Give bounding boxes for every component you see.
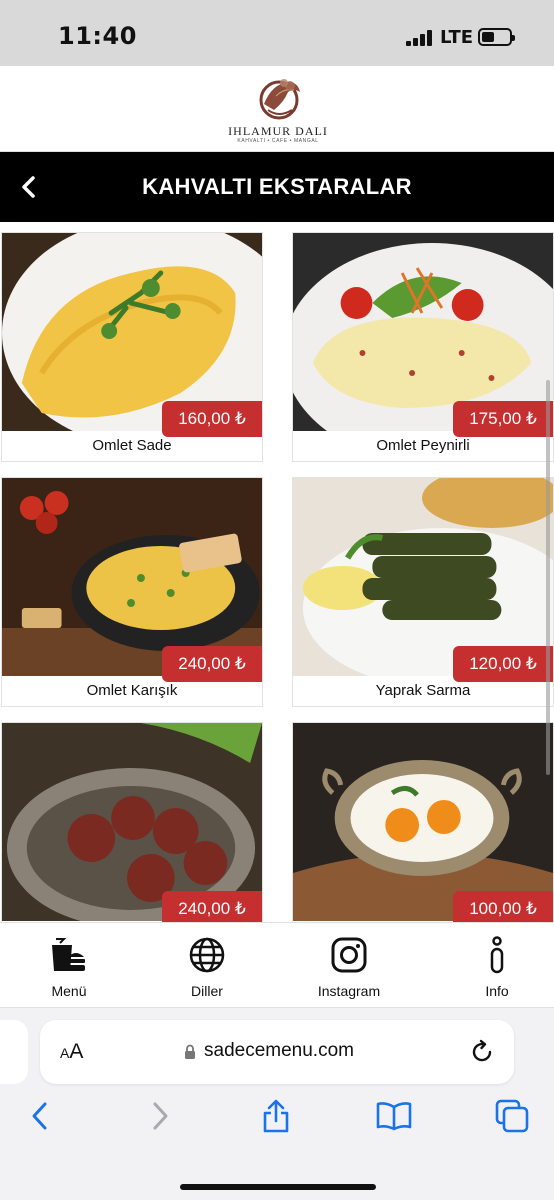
price-badge: 240,00 ₺ [162, 891, 262, 922]
browser-chrome: AA sadecemenu.com [0, 1008, 554, 1200]
product-card[interactable]: 120,00 ₺ Yaprak Sarma [292, 477, 554, 707]
nav-instagram[interactable]: Instagram [280, 923, 418, 1009]
price-badge: 175,00 ₺ [453, 401, 553, 437]
category-title-bar: KAHVALTI EKSTARALAR [0, 152, 554, 222]
reload-icon[interactable] [468, 1038, 496, 1066]
browser-forward-button[interactable] [138, 1094, 182, 1138]
nav-label: Info [485, 983, 509, 999]
price-badge: 160,00 ₺ [162, 401, 262, 437]
tabs-button[interactable] [490, 1094, 534, 1138]
forward-icon [153, 1102, 168, 1130]
logo-name: IHLAMUR DALI [228, 124, 328, 138]
logo-tagline: KAHVALTI • CAFE • MANGAL [237, 138, 319, 144]
nav-label: Diller [191, 983, 223, 999]
battery-level [482, 32, 494, 42]
nav-info[interactable]: Info [428, 923, 554, 1009]
text-size-button[interactable]: AA [60, 1040, 83, 1064]
home-indicator[interactable] [180, 1184, 376, 1190]
back-icon [32, 1102, 47, 1130]
share-button[interactable] [254, 1094, 298, 1138]
burger-drink-icon [49, 935, 89, 975]
product-card[interactable]: 175,00 ₺ Omlet Peynirli [292, 232, 554, 462]
text-size-label: AA [60, 1040, 84, 1063]
price-badge: 240,00 ₺ [162, 646, 262, 682]
price-badge: 120,00 ₺ [453, 646, 553, 682]
share-icon [263, 1099, 289, 1133]
previous-tab[interactable] [0, 1020, 28, 1084]
instagram-icon [329, 935, 369, 975]
product-card[interactable]: 160,00 ₺ Omlet Sade [1, 232, 263, 462]
scrollbar[interactable] [546, 380, 550, 775]
logo[interactable]: IHLAMUR DALI KAHVALTI • CAFE • MANGAL [226, 74, 330, 144]
browser-back-button[interactable] [18, 1094, 62, 1138]
status-bar: 11:40 LTE [0, 0, 554, 66]
battery-icon [478, 28, 515, 46]
product-card[interactable]: 240,00 ₺ [1, 722, 263, 922]
url-text: sadecemenu.com [204, 1040, 354, 1061]
status-time: 11:40 [58, 22, 137, 50]
logo-icon [259, 79, 300, 120]
nav-label: Instagram [317, 983, 381, 999]
nav-languages[interactable]: Diller [138, 923, 276, 1009]
product-card[interactable]: 240,00 ₺ Omlet Karışık [1, 477, 263, 707]
info-icon [477, 935, 517, 975]
nav-menu[interactable]: Menü [0, 923, 138, 1009]
network-type: LTE [440, 27, 474, 48]
bookmarks-icon [376, 1102, 412, 1131]
bottom-nav: Menü Diller Instagram Info [0, 922, 554, 1008]
product-grid: 160,00 ₺ Omlet Sade 175,00 ₺ Omlet Peyni… [0, 222, 554, 922]
tabs-icon [495, 1099, 529, 1133]
product-name: Omlet Peynirli [376, 437, 470, 454]
product-name: Omlet Karışık [86, 682, 178, 699]
product-name: Omlet Sade [92, 437, 172, 454]
globe-icon [187, 935, 227, 975]
address-bar[interactable]: AA sadecemenu.com [40, 1020, 514, 1084]
product-card[interactable]: 100,00 ₺ [292, 722, 554, 922]
price-badge: 100,00 ₺ [453, 891, 553, 922]
bookmarks-button[interactable] [372, 1094, 416, 1138]
page-title: KAHVALTI EKSTARALAR [142, 174, 412, 199]
nav-label: Menü [51, 983, 87, 999]
signal-icon [406, 30, 434, 46]
product-name: Yaprak Sarma [375, 682, 471, 699]
site-header: IHLAMUR DALI KAHVALTI • CAFE • MANGAL [0, 66, 554, 152]
lock-icon [185, 1044, 195, 1059]
